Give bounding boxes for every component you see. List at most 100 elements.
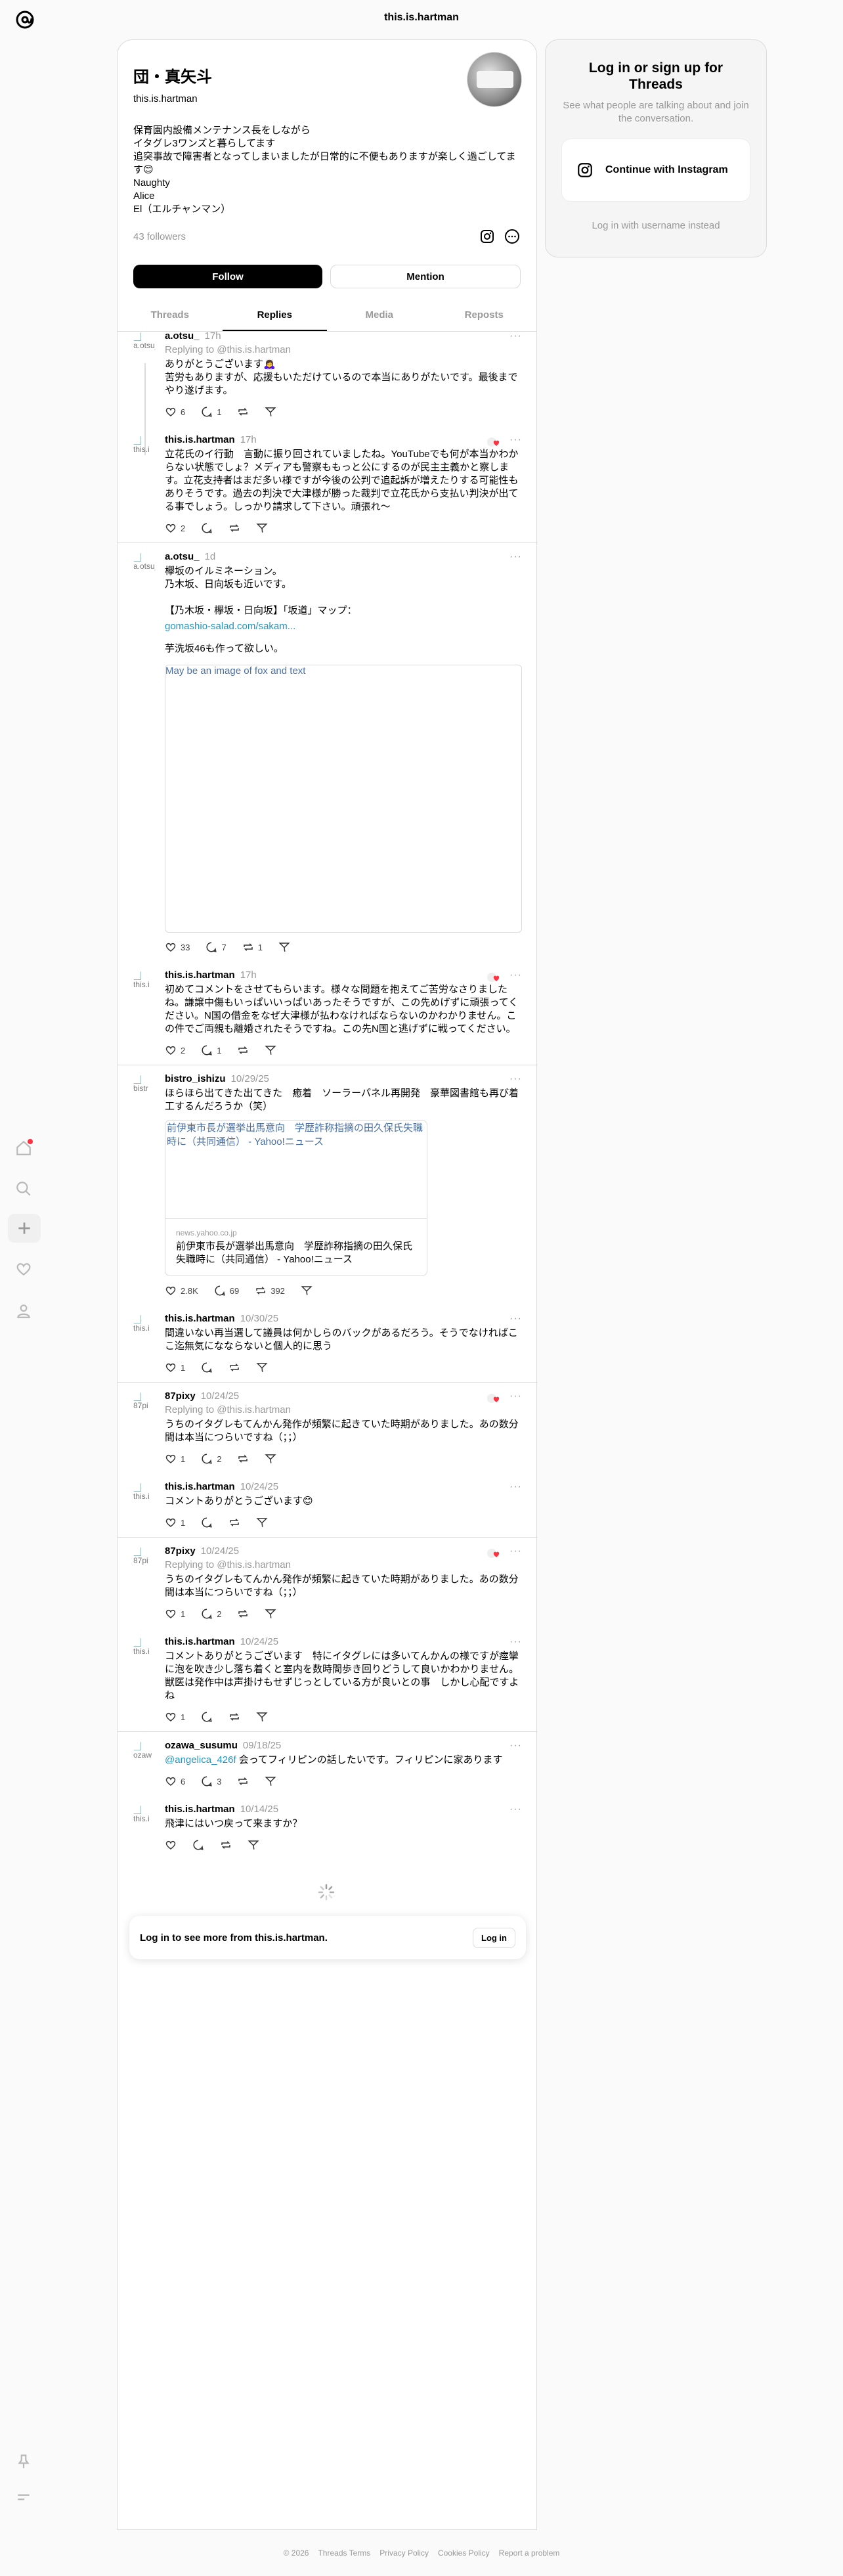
heart-icon[interactable] xyxy=(12,1257,35,1281)
timestamp[interactable]: 17h xyxy=(240,969,257,981)
username[interactable]: a.otsu_ xyxy=(165,551,200,562)
repost-button[interactable] xyxy=(237,1607,249,1620)
more-icon[interactable]: ··· xyxy=(509,1313,522,1325)
avatar[interactable]: this.i xyxy=(133,1805,157,1829)
link-preview-card[interactable]: 前伊東市長が選挙出馬意向 学歴詐称指摘の田久保氏失職時に（共同通信） - Yah… xyxy=(165,1120,427,1276)
share-button[interactable] xyxy=(265,1452,277,1465)
avatar[interactable]: a.otsu_ xyxy=(133,332,157,355)
avatar[interactable]: bistr xyxy=(133,1075,157,1098)
login-button[interactable]: Log in xyxy=(473,1927,515,1948)
create-plus-icon[interactable] xyxy=(8,1214,41,1243)
avatar[interactable]: this.i xyxy=(133,1314,157,1338)
repost-button[interactable] xyxy=(237,1775,249,1788)
mention-button[interactable]: Mention xyxy=(330,265,521,288)
post[interactable]: this.i this.is.hartman 10/14/25 ··· 飛津にはい… xyxy=(118,1796,538,1859)
share-button[interactable] xyxy=(265,405,277,418)
more-icon[interactable]: ··· xyxy=(509,1804,522,1815)
pin-icon[interactable] xyxy=(12,2450,35,2474)
repost-button[interactable] xyxy=(220,1838,232,1852)
like-button[interactable]: 2.8K xyxy=(165,1284,198,1297)
reply-button[interactable] xyxy=(192,1838,204,1852)
share-button[interactable] xyxy=(265,1607,277,1620)
footer-link-cookies[interactable]: Cookies Policy xyxy=(438,2548,490,2558)
share-button[interactable] xyxy=(265,1044,277,1057)
post[interactable]: this.i this.is.hartman 10/24/25 ··· コメントあ… xyxy=(118,1473,538,1537)
avatar[interactable]: 87pi xyxy=(133,1547,157,1570)
share-button[interactable] xyxy=(278,941,290,954)
footer-link-report[interactable]: Report a problem xyxy=(499,2548,560,2558)
timestamp[interactable]: 17h xyxy=(205,330,221,342)
profile-icon[interactable] xyxy=(12,1299,35,1323)
post-link[interactable]: gomashio-salad.com/sakam... xyxy=(165,620,522,633)
share-button[interactable] xyxy=(265,1775,277,1788)
post[interactable]: this.i this.is.hartman 10/30/25 ··· 間違いない… xyxy=(118,1305,538,1382)
post-image[interactable]: May be an image of fox and text xyxy=(165,665,522,933)
reply-button[interactable]: 7 xyxy=(205,941,227,954)
reply-button[interactable] xyxy=(201,1516,213,1529)
post[interactable]: this.i this.is.hartman 17h ··· 立花氏のイ行動 言動… xyxy=(118,426,538,543)
timestamp[interactable]: 10/24/25 xyxy=(240,1636,278,1647)
username[interactable]: this.is.hartman xyxy=(165,1636,235,1647)
username[interactable]: ozawa_susumu xyxy=(165,1740,238,1751)
username[interactable]: 87pixy xyxy=(165,1390,196,1402)
more-icon[interactable]: ··· xyxy=(509,1073,522,1085)
avatar[interactable]: a.otsu_ xyxy=(133,552,157,576)
more-icon[interactable]: ··· xyxy=(509,434,522,446)
reply-button[interactable] xyxy=(201,522,213,535)
repost-button[interactable] xyxy=(237,1452,249,1465)
footer-link-terms[interactable]: Threads Terms xyxy=(318,2548,370,2558)
repost-button[interactable]: 392 xyxy=(255,1284,285,1297)
reply-button[interactable]: 2 xyxy=(201,1607,221,1620)
menu-icon[interactable] xyxy=(12,2485,35,2509)
username[interactable]: this.is.hartman xyxy=(165,1481,235,1492)
share-button[interactable] xyxy=(256,1516,268,1529)
post[interactable]: this.i this.is.hartman 10/24/25 ··· コメントあ… xyxy=(118,1628,538,1731)
more-icon[interactable]: ··· xyxy=(509,330,522,342)
instagram-icon[interactable] xyxy=(479,228,496,245)
post[interactable]: 87pi 87pixy 10/24/25 ··· Replying to @thi… xyxy=(118,1538,538,1628)
reply-button[interactable] xyxy=(201,1361,213,1374)
reply-button[interactable] xyxy=(201,1710,213,1723)
timestamp[interactable]: 10/24/25 xyxy=(201,1390,239,1402)
continue-with-instagram-button[interactable]: Continue with Instagram xyxy=(561,139,750,202)
share-button[interactable] xyxy=(256,1710,268,1723)
username[interactable]: this.is.hartman xyxy=(165,1313,235,1324)
more-icon[interactable]: ··· xyxy=(509,1390,522,1402)
username[interactable]: 87pixy xyxy=(165,1545,196,1557)
more-icon[interactable]: ··· xyxy=(509,969,522,981)
footer-link-privacy[interactable]: Privacy Policy xyxy=(379,2548,429,2558)
share-button[interactable] xyxy=(301,1284,313,1297)
repost-button[interactable]: 1 xyxy=(242,941,263,954)
like-button[interactable]: 2 xyxy=(165,1044,185,1057)
share-button[interactable] xyxy=(248,1838,259,1852)
more-icon[interactable]: ··· xyxy=(509,1740,522,1752)
like-button[interactable]: 1 xyxy=(165,1452,185,1465)
repost-button[interactable] xyxy=(237,405,249,418)
avatar[interactable]: ozaw xyxy=(133,1741,157,1765)
like-button[interactable]: 1 xyxy=(165,1516,185,1529)
avatar[interactable]: 87pi xyxy=(133,1392,157,1415)
avatar[interactable]: this.i xyxy=(133,971,157,994)
reply-button[interactable]: 1 xyxy=(201,405,221,418)
share-button[interactable] xyxy=(256,1361,268,1374)
timestamp[interactable]: 10/14/25 xyxy=(240,1804,278,1815)
username-login-link[interactable]: Log in with username instead xyxy=(561,220,750,231)
followers-count[interactable]: 43 followers xyxy=(133,231,186,242)
more-icon[interactable]: ··· xyxy=(509,551,522,563)
timestamp[interactable]: 10/24/25 xyxy=(201,1545,239,1557)
follow-button[interactable]: Follow xyxy=(133,265,322,288)
like-button[interactable]: 1 xyxy=(165,1607,185,1620)
username[interactable]: this.is.hartman xyxy=(165,969,235,981)
like-button[interactable]: 1 xyxy=(165,1361,185,1374)
repost-button[interactable] xyxy=(228,522,240,535)
post[interactable]: a.otsu_ a.otsu_ 1d ··· 欅坂のイルミネーション。 乃木坂、日… xyxy=(118,543,538,962)
timestamp[interactable]: 1d xyxy=(205,551,216,562)
reply-button[interactable]: 1 xyxy=(201,1044,221,1057)
like-button[interactable]: 1 xyxy=(165,1710,185,1723)
post[interactable]: bistr bistro_ishizu 10/29/25 ··· ほらほら出てきた… xyxy=(118,1065,538,1305)
post[interactable]: this.i this.is.hartman 17h ··· 初めてコメントをさせ… xyxy=(118,962,538,1065)
more-icon[interactable]: ··· xyxy=(509,1481,522,1493)
username[interactable]: this.is.hartman xyxy=(165,434,235,445)
reply-button[interactable]: 69 xyxy=(214,1284,239,1297)
reply-button[interactable]: 2 xyxy=(201,1452,221,1465)
